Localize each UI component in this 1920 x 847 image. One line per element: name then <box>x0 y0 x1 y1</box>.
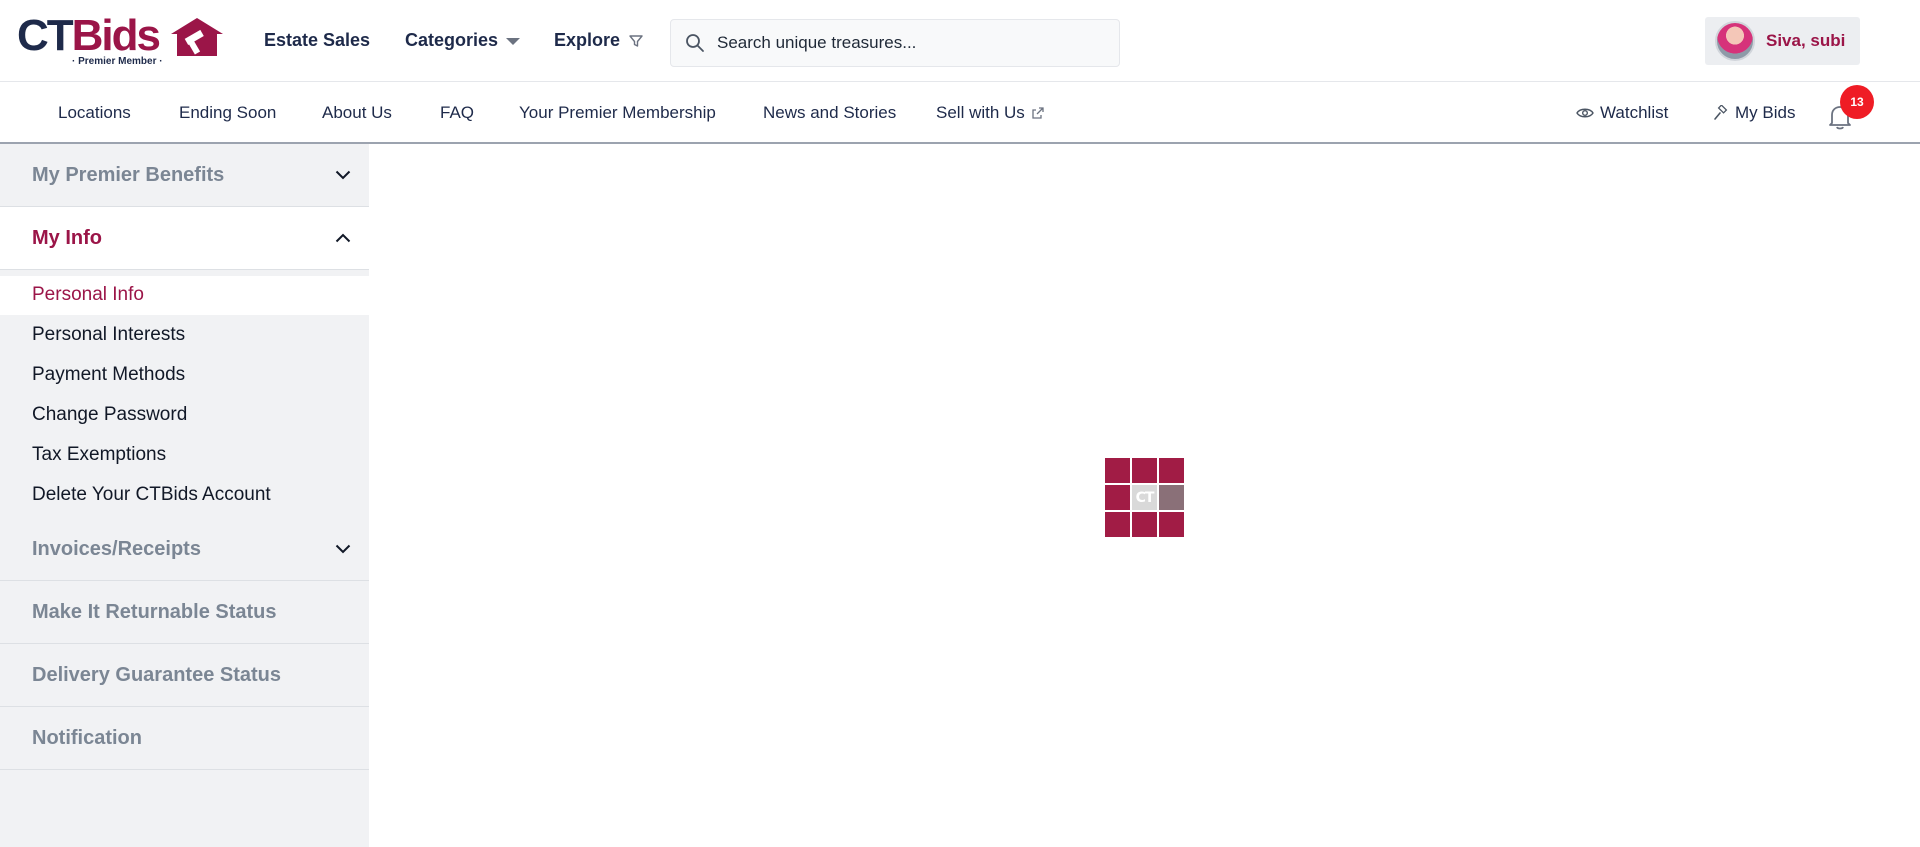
section-notification[interactable]: Notification <box>0 707 369 770</box>
nav-estate-sales-label: Estate Sales <box>264 30 371 50</box>
loader-cell <box>1159 512 1184 537</box>
my-info-change-password[interactable]: Change Password <box>32 404 187 426</box>
chevron-down-icon <box>335 170 351 180</box>
loader-cell <box>1159 458 1184 483</box>
section-title: My Info <box>32 227 102 249</box>
subnav-news-and-stories[interactable]: News and Stories <box>763 103 896 123</box>
loader-cell <box>1105 512 1130 537</box>
caret-down-icon <box>506 38 521 45</box>
nav-explore-label: Explore <box>554 30 621 50</box>
nav-estate-sales[interactable]: Estate Sales <box>264 30 370 51</box>
logo-ct-text: CT <box>17 11 74 60</box>
section-title: Delivery Guarantee Status <box>32 664 281 686</box>
subnav-sell-with-us-label: Sell with Us <box>936 103 1025 122</box>
chevron-down-icon <box>335 544 351 554</box>
eye-icon <box>1576 108 1594 118</box>
subnav-locations[interactable]: Locations <box>58 103 131 123</box>
my-info-tax-exemptions[interactable]: Tax Exemptions <box>32 444 166 466</box>
external-link-icon <box>1032 107 1044 119</box>
logo-bids-text: Bids <box>71 11 161 60</box>
my-info-personal-interests[interactable]: Personal Interests <box>32 324 185 346</box>
subnav-ending-soon[interactable]: Ending Soon <box>179 103 276 123</box>
premier-member-tagline: · Premier Member · <box>72 56 163 67</box>
nav-categories[interactable]: Categories <box>405 30 521 51</box>
section-title: Make It Returnable Status <box>32 601 277 623</box>
ctbids-logo[interactable]: CTBids · Premier Member · <box>17 11 223 70</box>
subnav-sell-with-us[interactable]: Sell with Us <box>936 103 1045 123</box>
my-info-delete-account[interactable]: Delete Your CTBids Account <box>32 484 271 506</box>
loader-cell <box>1159 485 1184 510</box>
section-title: Notification <box>32 727 142 749</box>
watchlist-label: Watchlist <box>1600 103 1669 122</box>
my-bids-link[interactable]: My Bids <box>1713 103 1795 123</box>
loader-cell <box>1132 458 1157 483</box>
section-my-info[interactable]: My Info <box>0 207 369 270</box>
section-make-it-returnable[interactable]: Make It Returnable Status <box>0 581 369 644</box>
section-my-premier-benefits[interactable]: My Premier Benefits <box>0 144 369 207</box>
gavel-icon <box>1714 105 1728 120</box>
avatar <box>1715 21 1755 61</box>
loader-cell <box>1132 512 1157 537</box>
search-bar <box>670 19 1120 67</box>
my-info-personal-info[interactable]: Personal Info <box>32 284 144 306</box>
loader-cell <box>1105 485 1130 510</box>
subnav-about-us[interactable]: About Us <box>322 103 392 123</box>
top-header: CTBids · Premier Member · Estate Sales C… <box>0 0 1920 82</box>
search-icon <box>686 34 704 52</box>
nav-explore[interactable]: Explore <box>554 30 644 51</box>
loading-spinner: CT <box>1105 458 1184 537</box>
section-delivery-guarantee[interactable]: Delivery Guarantee Status <box>0 644 369 707</box>
user-menu[interactable]: Siva, subi <box>1705 17 1860 65</box>
section-title: Invoices/Receipts <box>32 538 201 560</box>
secondary-nav: Locations Ending Soon About Us FAQ Your … <box>0 82 1920 144</box>
chevron-up-icon <box>335 233 351 243</box>
nav-categories-label: Categories <box>405 30 499 50</box>
section-title: My Premier Benefits <box>32 164 225 186</box>
account-sidebar: My Premier Benefits My Info Personal Inf… <box>0 144 369 847</box>
loader-cell <box>1105 458 1130 483</box>
loader-logo: CT <box>1132 485 1157 510</box>
house-gavel-icon <box>171 18 223 56</box>
subnav-faq[interactable]: FAQ <box>440 103 474 123</box>
notification-count-badge: 13 <box>1840 85 1874 119</box>
subnav-premier-membership[interactable]: Your Premier Membership <box>519 103 716 123</box>
watchlist-link[interactable]: Watchlist <box>1576 103 1668 123</box>
my-bids-label: My Bids <box>1735 103 1796 122</box>
filter-icon <box>629 34 643 47</box>
user-name: Siva, subi <box>1766 31 1846 50</box>
my-info-payment-methods[interactable]: Payment Methods <box>32 364 185 386</box>
search-input[interactable] <box>717 33 1097 53</box>
section-invoices-receipts[interactable]: Invoices/Receipts <box>0 518 369 581</box>
